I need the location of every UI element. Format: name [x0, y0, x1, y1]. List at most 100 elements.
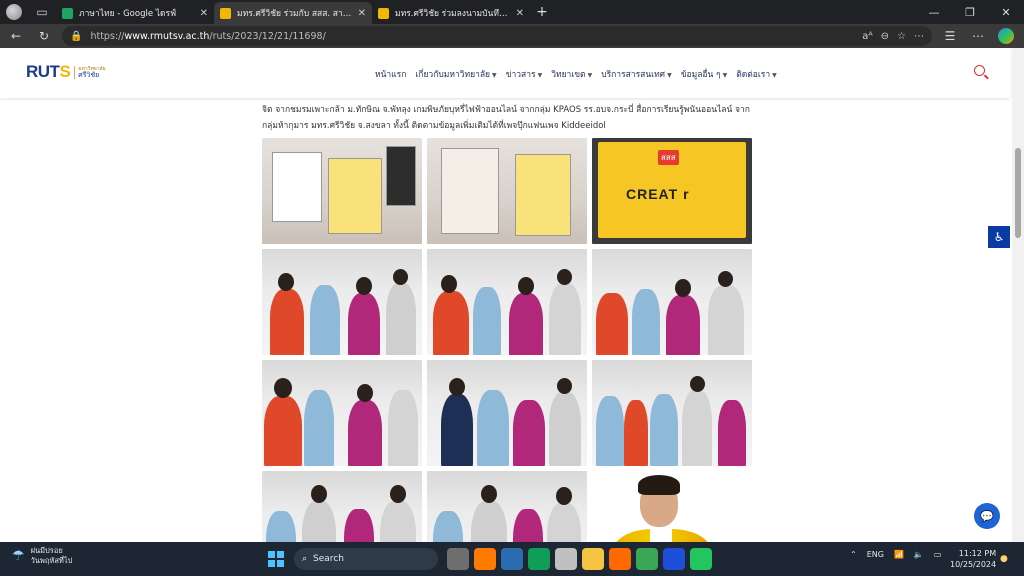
- gallery-photo[interactable]: [262, 249, 422, 355]
- copilot-icon: [998, 28, 1014, 44]
- person-head: [557, 269, 572, 285]
- gallery-photo[interactable]: [592, 360, 752, 466]
- portrait-shirt: [650, 529, 672, 542]
- site-search-icon[interactable]: [974, 65, 985, 76]
- person-figure: [718, 400, 746, 466]
- chat-bubble-icon[interactable]: 💬: [974, 503, 1000, 529]
- favorites-bar-icon[interactable]: ☰: [940, 26, 960, 46]
- edge-browser-icon[interactable]: [528, 548, 550, 570]
- chrome-icon[interactable]: [636, 548, 658, 570]
- poster-board: [515, 154, 571, 236]
- windows-taskbar: ☂ ฝนมีปรอย วันพฤหัสที่ไป ⌕ Search ⌃ ENG …: [0, 542, 1024, 576]
- word-icon[interactable]: [663, 548, 685, 570]
- teams-icon[interactable]: [501, 548, 523, 570]
- new-tab-plus-icon[interactable]: +: [530, 4, 554, 20]
- nav-information-services[interactable]: บริการสารสนเทศ ▼: [601, 67, 672, 81]
- windows-start-icon[interactable]: [268, 551, 284, 567]
- task-view-icon[interactable]: [447, 548, 469, 570]
- copilot-button[interactable]: [996, 26, 1016, 46]
- person-figure: [304, 390, 334, 466]
- copilot-app-icon[interactable]: [474, 548, 496, 570]
- volume-icon[interactable]: 🔈: [914, 550, 924, 559]
- nav-campus[interactable]: วิทยาเขต ▼: [551, 67, 592, 81]
- clock-date: 10/25/2024: [950, 560, 997, 569]
- firefox-icon[interactable]: [609, 548, 631, 570]
- file-explorer-icon[interactable]: [582, 548, 604, 570]
- url-host: www.rmutsv.ac.th: [124, 30, 210, 42]
- url-text: https://www.rmutsv.ac.th/ruts/2023/12/21…: [90, 31, 854, 42]
- person-figure: [471, 501, 507, 542]
- url-prefix: https://: [90, 30, 125, 42]
- site-info-icon[interactable]: 🔒: [70, 31, 82, 42]
- person-figure: [513, 400, 545, 466]
- person-head: [690, 376, 705, 392]
- person-figure: [549, 392, 581, 466]
- scrollbar-thumb[interactable]: [1015, 148, 1021, 238]
- gallery-photo[interactable]: [427, 138, 587, 244]
- taskbar-search[interactable]: ⌕ Search: [294, 548, 438, 570]
- gallery-photo[interactable]: [592, 249, 752, 355]
- weather-widget[interactable]: ☂ ฝนมีปรอย วันพฤหัสที่ไป: [12, 546, 72, 566]
- taskbar-clock[interactable]: 11:12 PM 10/25/2024: [950, 548, 996, 570]
- person-figure: [433, 291, 469, 355]
- gallery-photo[interactable]: สสส CREAT r: [592, 138, 752, 244]
- close-tab-icon[interactable]: ✕: [200, 8, 208, 19]
- site-logo[interactable]: RUTS มหาวิทยาลัย ศรีวิชัย: [26, 62, 106, 82]
- read-aloud-icon[interactable]: aᴬ: [862, 31, 872, 42]
- store-icon[interactable]: [555, 548, 577, 570]
- close-tab-icon[interactable]: ✕: [358, 8, 366, 19]
- back-arrow-icon[interactable]: ←: [6, 26, 26, 46]
- notification-bell-icon[interactable]: ●: [1000, 554, 1008, 564]
- extensions-icon[interactable]: ⋯: [914, 31, 924, 42]
- close-tab-icon[interactable]: ✕: [516, 8, 524, 19]
- battery-icon[interactable]: ▭: [934, 550, 942, 559]
- close-window-icon[interactable]: ✕: [988, 6, 1024, 19]
- person-figure: [433, 511, 463, 542]
- nav-news[interactable]: ข่าวสาร ▼: [506, 67, 543, 81]
- gallery-photo[interactable]: [262, 471, 422, 542]
- restore-icon[interactable]: ❐: [952, 6, 988, 19]
- chevron-up-icon[interactable]: ⌃: [850, 550, 857, 559]
- gallery-photo[interactable]: [262, 360, 422, 466]
- page-scrollbar[interactable]: [1012, 48, 1024, 542]
- profile-button[interactable]: [0, 0, 28, 24]
- tab-actions-icon[interactable]: ▭: [28, 0, 56, 24]
- tab-title: มทร.ศรีวิชัย ร่วมกับ สสส. สานพลัง ภาคี: [237, 9, 352, 19]
- nav-contact[interactable]: ติดต่อเรา ▼: [736, 67, 777, 81]
- gallery-photo[interactable]: [427, 471, 587, 542]
- nav-other-info[interactable]: ข้อมูลอื่น ๆ ▼: [681, 67, 728, 81]
- person-figure: [708, 285, 744, 355]
- wifi-icon[interactable]: 📶: [894, 550, 904, 559]
- gallery-photo[interactable]: [427, 249, 587, 355]
- person-head: [390, 485, 406, 503]
- chevron-down-icon: ▼: [722, 72, 728, 79]
- tab-rmutsv-mou[interactable]: มทร.ศรีวิชัย ร่วมลงนามบันทึกความร่วมมื ✕: [372, 2, 530, 24]
- tab-rmutsv-news[interactable]: มทร.ศรีวิชัย ร่วมกับ สสส. สานพลัง ภาคี ✕: [214, 2, 372, 24]
- language-indicator[interactable]: ENG: [867, 550, 884, 559]
- minimize-icon[interactable]: —: [916, 6, 952, 19]
- chevron-down-icon: ▼: [537, 72, 543, 79]
- person-head: [356, 277, 372, 295]
- line-app-icon[interactable]: [690, 548, 712, 570]
- nav-home[interactable]: หน้าแรก: [375, 67, 406, 81]
- gallery-photo[interactable]: [262, 138, 422, 244]
- tab-google-drive[interactable]: ภาษาไทย - Google ไดรฟ์ ✕: [56, 2, 214, 24]
- settings-menu-icon[interactable]: ⋯: [968, 26, 988, 46]
- search-icon: ⌕: [302, 554, 308, 564]
- gallery-photo[interactable]: [427, 360, 587, 466]
- photo-gallery: สสส CREAT r: [262, 138, 752, 542]
- person-figure: [549, 283, 581, 355]
- search-placeholder: Search: [313, 554, 344, 564]
- gallery-photo[interactable]: [592, 471, 752, 542]
- person-figure: [596, 293, 628, 355]
- address-bar[interactable]: 🔒 https://www.rmutsv.ac.th/ruts/2023/12/…: [62, 26, 932, 46]
- person-head: [556, 487, 572, 505]
- zoom-icon[interactable]: ⊖: [881, 31, 889, 42]
- main-navigation: หน้าแรก เกี่ยวกับมหาวิทยาลัย ▼ ข่าวสาร ▼ ว…: [375, 67, 777, 81]
- reload-icon[interactable]: ↻: [34, 26, 54, 46]
- nav-about[interactable]: เกี่ยวกับมหาวิทยาลัย ▼: [415, 67, 496, 81]
- site-header: RUTS มหาวิทยาลัย ศรีวิชัย หน้าแรก เกี่ยวก…: [0, 48, 1010, 98]
- accessibility-icon[interactable]: ♿: [988, 226, 1010, 248]
- browser-toolbar: ← ↻ 🔒 https://www.rmutsv.ac.th/ruts/2023…: [0, 24, 1024, 48]
- favorite-star-icon[interactable]: ☆: [897, 31, 906, 42]
